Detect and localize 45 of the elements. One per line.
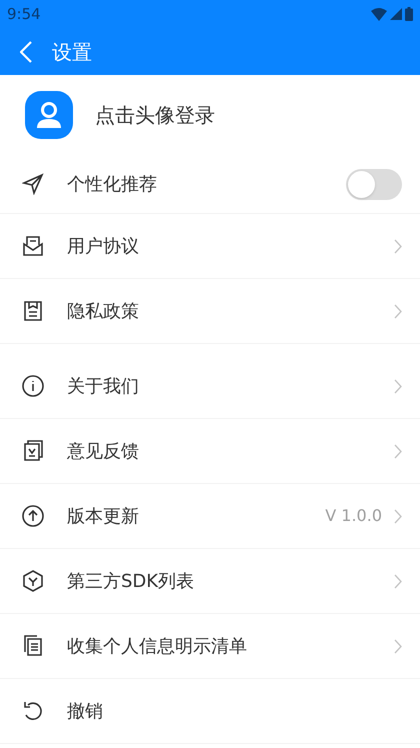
send-icon (22, 173, 44, 195)
document-icon (22, 300, 44, 322)
chevron-icon (394, 378, 402, 394)
settings-row[interactable]: 意见反馈 (0, 419, 420, 484)
login-row[interactable]: 点击头像登录 (0, 75, 420, 155)
chevron-icon (394, 508, 402, 524)
settings-row[interactable]: 版本更新 V 1.0.0 (0, 484, 420, 549)
envelope-icon (22, 235, 44, 257)
row-label: 个性化推荐 (67, 172, 158, 196)
hexagon-icon (22, 570, 44, 592)
row-label: 用户协议 (67, 234, 140, 258)
settings-row[interactable]: 关于我们 (0, 354, 420, 419)
chevron-icon (394, 238, 402, 254)
info-icon (22, 375, 44, 397)
settings-row[interactable]: 撤销 (0, 679, 420, 744)
version-text: V 1.0.0 (325, 505, 382, 527)
copy-icon (22, 635, 44, 657)
row-label: 撤销 (67, 700, 104, 724)
row-label: 版本更新 (67, 504, 140, 528)
upload-icon (22, 505, 44, 527)
page-title: 设置 (52, 38, 92, 66)
battery-icon (405, 7, 413, 21)
settings-row[interactable]: 隐私政策 (0, 279, 420, 344)
settings-row[interactable]: 收集个人信息明示清单 (0, 614, 420, 679)
row-label: 第三方SDK列表 (67, 570, 196, 594)
chevron-icon (394, 638, 402, 654)
chevron-icon (394, 574, 402, 588)
status-time: 9:54 (7, 4, 41, 25)
chevron-icon (394, 304, 402, 318)
settings-row[interactable]: 用户协议 (0, 214, 420, 279)
row-label: 关于我们 (67, 374, 140, 398)
chevron-icon (394, 444, 402, 458)
signal-icon (390, 8, 402, 20)
wifi-icon (371, 8, 387, 20)
login-prompt: 点击头像登录 (95, 102, 215, 129)
row-label: 意见反馈 (67, 440, 140, 464)
back-icon (20, 40, 32, 62)
toggle-switch[interactable] (346, 168, 402, 200)
avatar-icon (25, 91, 73, 139)
settings-row[interactable]: 个性化推荐 (0, 155, 420, 214)
feedback-icon (22, 440, 44, 462)
settings-row[interactable]: 第三方SDK列表 (0, 549, 420, 614)
undo-icon (22, 700, 44, 722)
row-label: 隐私政策 (67, 300, 140, 324)
row-label: 收集个人信息明示清单 (67, 634, 248, 658)
